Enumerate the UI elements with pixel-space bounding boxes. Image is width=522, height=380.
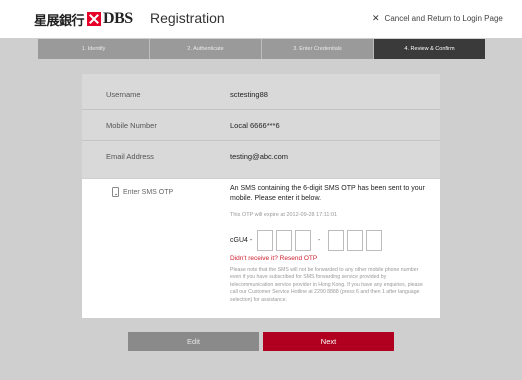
- progress-stepper: 1. Identify 2. Authenticate 3. Enter Cre…: [38, 39, 485, 59]
- cancel-return-link[interactable]: ✕ Cancel and Return to Login Page: [372, 13, 503, 24]
- username-label: Username: [106, 90, 141, 99]
- email-value: testing@abc.com: [230, 152, 289, 161]
- otp-note: Please note that the SMS will not be for…: [230, 267, 423, 303]
- otp-digit-3-input[interactable]: [295, 230, 311, 251]
- otp-digit-1-input[interactable]: [257, 230, 273, 251]
- step-label: 3. Enter Credentials: [293, 46, 342, 52]
- detail-row-mobile: Mobile Number Local 6666***6: [82, 111, 440, 141]
- page-title: Registration: [150, 10, 225, 26]
- otp-digit-5-input[interactable]: [347, 230, 363, 251]
- edit-button[interactable]: Edit: [128, 332, 259, 351]
- logo-chinese-text: 星展銀行: [34, 13, 85, 29]
- otp-digit-2-input[interactable]: [276, 230, 292, 251]
- next-button[interactable]: Next: [263, 332, 394, 351]
- otp-label: Enter SMS OTP: [112, 187, 173, 197]
- details-panel: Username sctesting88 Mobile Number Local…: [82, 74, 440, 178]
- top-bar: 星展銀行 DBS Registration ✕ Cancel and Retur…: [0, 0, 522, 38]
- username-value: sctesting88: [230, 90, 268, 99]
- otp-separator: -: [318, 237, 321, 244]
- dbs-logo[interactable]: 星展銀行 DBS: [34, 9, 133, 29]
- close-icon: ✕: [372, 13, 380, 23]
- step-label: 2. Authenticate: [187, 46, 224, 52]
- otp-label-text: Enter SMS OTP: [123, 188, 174, 196]
- step-identify: 1. Identify: [38, 39, 150, 59]
- step-enter-credentials: 3. Enter Credentials: [262, 39, 374, 59]
- mobile-label: Mobile Number: [106, 121, 157, 130]
- cancel-return-label: Cancel and Return to Login Page: [384, 14, 503, 23]
- step-label: 4. Review & Confirm: [404, 46, 455, 52]
- resend-otp-link[interactable]: Didn't receive it? Resend OTP: [230, 255, 317, 262]
- otp-digit-6-input[interactable]: [366, 230, 382, 251]
- detail-row-username: Username sctesting88: [82, 80, 440, 110]
- mobile-phone-icon: [112, 187, 119, 197]
- otp-expire-text: This OTP will expire at 2012-09-28 17:11…: [230, 212, 338, 218]
- otp-message: An SMS containing the 6-digit SMS OTP ha…: [230, 185, 425, 202]
- step-authenticate: 2. Authenticate: [150, 39, 262, 59]
- step-review-confirm: 4. Review & Confirm: [374, 39, 485, 59]
- mobile-value: Local 6666***6: [230, 121, 280, 130]
- otp-digit-4-input[interactable]: [328, 230, 344, 251]
- otp-panel: Enter SMS OTP An SMS containing the 6-di…: [82, 179, 440, 318]
- otp-prefix: cGU4 -: [230, 237, 253, 244]
- email-label: Email Address: [106, 152, 154, 161]
- logo-english-text: DBS: [103, 10, 133, 27]
- detail-row-email: Email Address testing@abc.com: [82, 142, 440, 172]
- dbs-x-mark-icon: [87, 12, 102, 26]
- step-label: 1. Identify: [81, 46, 106, 52]
